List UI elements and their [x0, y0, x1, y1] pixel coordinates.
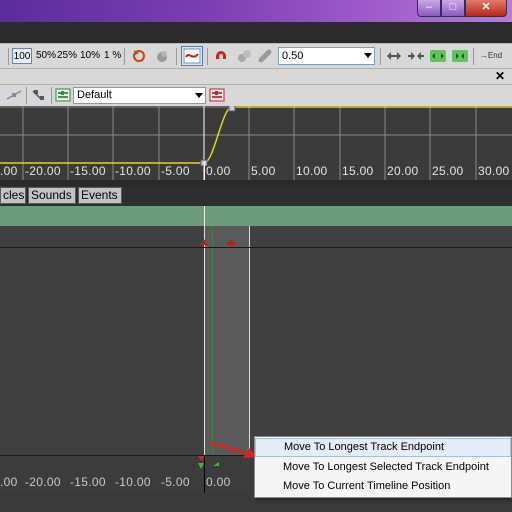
range-start-line: [212, 226, 213, 455]
zoom-50-button[interactable]: 50%: [36, 50, 56, 61]
toolbar-separator: [473, 48, 474, 65]
reset-icon[interactable]: [131, 48, 147, 64]
minimize-icon: –: [425, 1, 433, 13]
tab-sounds[interactable]: Sounds: [28, 187, 76, 204]
ruler-label: .00: [0, 475, 18, 489]
close-icon: ✕: [481, 1, 491, 13]
curve-keyframe[interactable]: [228, 104, 236, 112]
curve-toolbar: Default: [0, 84, 512, 107]
zoom-1-button[interactable]: 1 %: [104, 50, 121, 61]
fit-green-icon[interactable]: [429, 48, 446, 64]
ruler-label: 30.00: [478, 164, 510, 178]
ruler-label: -15.00: [70, 164, 106, 178]
track-markers: [200, 239, 236, 245]
ruler-label: -15.00: [70, 475, 106, 489]
track-area[interactable]: [0, 226, 512, 455]
preset-icon[interactable]: [55, 87, 71, 103]
menu-item-move-to-current-timeline-position[interactable]: Move To Current Timeline Position: [255, 477, 511, 496]
toolbar-separator: [8, 48, 9, 65]
ruler-label: -10.00: [115, 164, 151, 178]
menu-item-move-to-longest-track-endpoint[interactable]: Move To Longest Track Endpoint: [255, 438, 511, 457]
range-end-line: [249, 226, 250, 455]
ruler-label: -5.00: [161, 475, 190, 489]
close-window-button[interactable]: ✕: [465, 0, 507, 17]
tangent-icon[interactable]: [6, 87, 22, 103]
track-marker[interactable]: [200, 239, 208, 245]
minimize-button[interactable]: –: [417, 0, 441, 17]
link-icon[interactable]: [257, 48, 273, 64]
chevron-down-icon: [195, 93, 203, 98]
toolbar-separator: [207, 48, 208, 65]
track-header-bar[interactable]: [0, 206, 512, 226]
maximize-button[interactable]: □: [441, 0, 465, 17]
ruler-label: -20.00: [25, 475, 61, 489]
ruler-label: 15.00: [342, 164, 374, 178]
toolbar-separator: [176, 48, 177, 65]
ruler-label: 20.00: [387, 164, 419, 178]
context-menu: Move To Longest Track Endpoint Move To L…: [254, 436, 512, 498]
speed-select-value: 0.50: [282, 50, 304, 62]
fit-selection-icon[interactable]: [451, 48, 468, 64]
ruler-marker[interactable]: [198, 456, 204, 461]
jump-to-end-button[interactable]: →End: [478, 48, 504, 64]
ruler-label: 25.00: [432, 164, 464, 178]
zoom-100-button[interactable]: 100: [12, 48, 32, 64]
ruler-label: -10.00: [115, 475, 151, 489]
playhead-line: [204, 226, 205, 455]
track-separator: [0, 247, 512, 248]
toolbar-separator: [26, 87, 27, 104]
ruler-label: 5.00: [251, 164, 276, 178]
menu-item-move-to-longest-selected-track-endpoint[interactable]: Move To Longest Selected Track Endpoint: [255, 458, 511, 477]
zoom-10-button[interactable]: 10%: [80, 50, 100, 61]
snap-icon[interactable]: [236, 48, 252, 64]
ruler-label: 10.00: [296, 164, 328, 178]
curve-mode-button[interactable]: [181, 46, 203, 66]
maximize-icon: □: [449, 1, 457, 13]
ruler-label: -20.00: [25, 164, 61, 178]
preset-select-value: Default: [77, 89, 112, 101]
contract-icon[interactable]: [407, 48, 424, 64]
expand-icon[interactable]: [385, 48, 401, 64]
ruler-marker[interactable]: [213, 462, 219, 466]
ruler-label: .00: [0, 164, 18, 178]
speed-select[interactable]: 0.50: [278, 47, 375, 65]
ruler-label: -5.00: [161, 164, 190, 178]
zoom-25-button[interactable]: 25%: [57, 50, 77, 61]
ruler-label: 0.00: [206, 475, 231, 489]
magnet-icon[interactable]: [213, 48, 229, 64]
ruler-marker[interactable]: [198, 463, 204, 469]
ruler-playhead: [204, 162, 205, 180]
preset-delete-icon[interactable]: [209, 87, 225, 103]
curve-time-ruler: .00 -20.00 -15.00 -10.00 -5.00 0.00 5.00…: [0, 162, 512, 180]
track-marker[interactable]: [226, 239, 236, 245]
panel-header: ✕: [0, 68, 512, 85]
toolbar-separator: [124, 48, 125, 65]
playhead-line: [204, 206, 205, 226]
wave-icon: [183, 48, 201, 64]
toolbar-separator: [380, 48, 381, 65]
toolbar-separator: [51, 87, 52, 104]
close-panel-button[interactable]: ✕: [493, 69, 507, 83]
chevron-down-icon: [364, 53, 372, 58]
main-toolbar: 100 50% 25% 10% 1 % 0.50 →End: [0, 43, 512, 69]
preset-select[interactable]: Default: [73, 87, 206, 104]
close-icon: ✕: [494, 69, 506, 83]
tab-bar: cles Sounds Events: [0, 186, 512, 206]
ruler-label: 0.00: [206, 164, 231, 178]
tab-events[interactable]: Events: [78, 187, 122, 204]
loop-icon[interactable]: [154, 48, 170, 64]
tab-particles[interactable]: cles: [0, 187, 26, 204]
key-tool-icon[interactable]: [31, 87, 47, 103]
title-gap: [0, 22, 512, 43]
